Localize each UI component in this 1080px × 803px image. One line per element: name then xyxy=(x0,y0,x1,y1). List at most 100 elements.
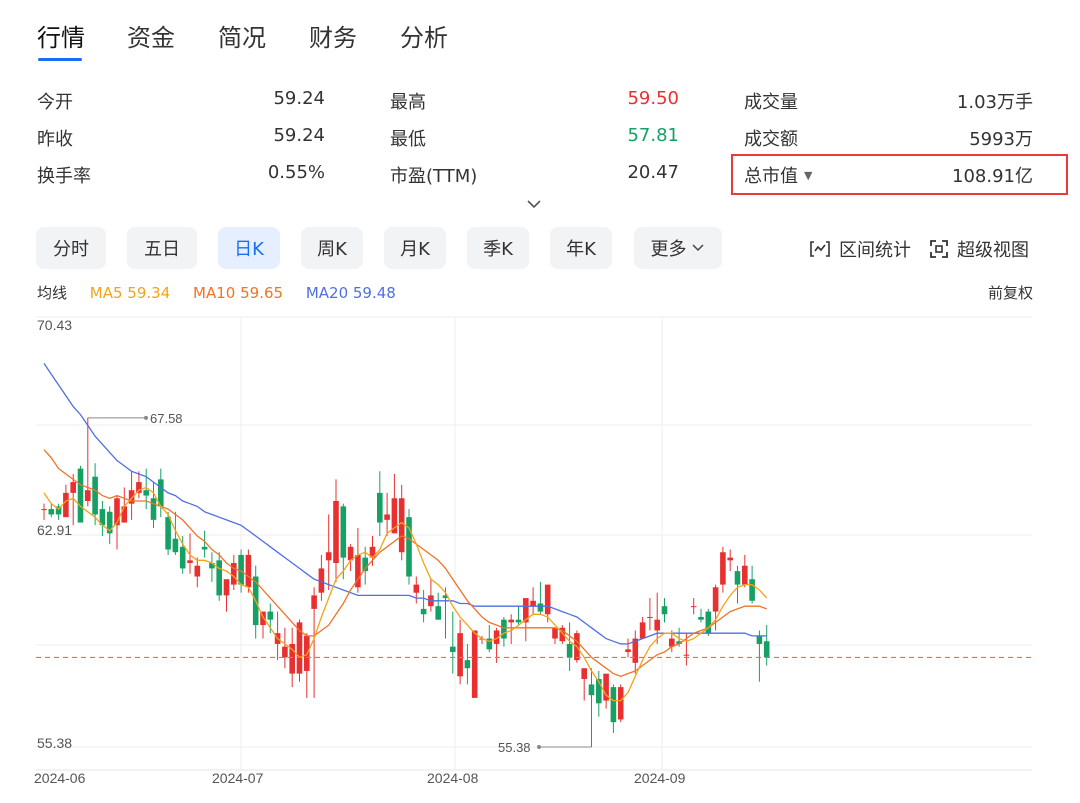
fullscreen-icon xyxy=(930,240,948,258)
candle-body xyxy=(727,557,733,561)
candle-body xyxy=(690,606,697,608)
candle-body xyxy=(537,603,544,612)
turnover-value: 0.55% xyxy=(267,162,325,183)
turnover-label: 换手率 xyxy=(37,166,91,187)
low-value: 57.81 xyxy=(627,125,679,146)
min-annotation-label: 55.38 xyxy=(498,740,531,755)
high-label: 最高 xyxy=(390,92,426,113)
candle-body xyxy=(136,482,142,493)
candle-body xyxy=(647,616,653,618)
candle-body xyxy=(201,546,208,550)
candle-body xyxy=(311,595,317,609)
candle-body xyxy=(552,627,558,639)
period-button-monthly[interactable]: 月K xyxy=(384,227,446,269)
candle-body xyxy=(413,584,420,593)
candle-body xyxy=(187,560,193,564)
candle-body xyxy=(566,643,573,658)
candle-body xyxy=(508,619,514,623)
period-button-intraday[interactable]: 分时 xyxy=(36,227,106,269)
range-stat-button[interactable]: 区间统计 xyxy=(809,236,911,262)
candle-body xyxy=(756,635,763,644)
candle-body xyxy=(661,606,668,615)
pe-value: 20.47 xyxy=(627,162,679,183)
volume-label: 成交量 xyxy=(744,92,798,113)
candle-body xyxy=(625,649,631,653)
candle-body xyxy=(172,538,179,553)
period-button-yearly[interactable]: 年K xyxy=(550,227,612,269)
more-label: 更多 xyxy=(650,239,687,260)
candle-body xyxy=(121,506,128,523)
chevron-down-icon xyxy=(691,244,704,252)
candle-body xyxy=(720,552,726,585)
x-tick-label: 2024-07 xyxy=(212,770,264,786)
candle-body xyxy=(464,660,471,669)
candle-body xyxy=(63,492,69,518)
period-button-5day[interactable]: 五日 xyxy=(127,227,197,269)
candle-body xyxy=(654,619,660,631)
candle-body xyxy=(194,565,201,577)
tab-profile[interactable]: 简况 xyxy=(218,18,266,53)
candle-body xyxy=(85,490,91,501)
ma10-line xyxy=(43,449,767,677)
candle-body xyxy=(179,546,186,569)
candle-body xyxy=(450,646,456,653)
tab-funds[interactable]: 资金 xyxy=(127,18,175,53)
min-annotation-dot xyxy=(537,745,541,749)
tab-finance[interactable]: 财务 xyxy=(309,18,357,53)
super-view-label: 超级视图 xyxy=(957,240,1029,261)
candle-body xyxy=(471,630,478,698)
candle-body xyxy=(763,641,770,658)
tab-quotes[interactable]: 行情 xyxy=(37,18,85,53)
candle-body xyxy=(92,476,98,515)
max-annotation-dot xyxy=(144,415,148,420)
candle-body xyxy=(282,646,288,658)
open-value: 59.24 xyxy=(273,88,325,109)
candle-body xyxy=(143,490,149,496)
candle-body xyxy=(639,622,646,639)
max-annotation-label: 67.58 xyxy=(150,411,183,426)
candle-body xyxy=(683,654,690,656)
open-label: 今开 xyxy=(37,92,73,113)
volume-value: 1.03万手 xyxy=(956,92,1033,113)
y-tick-label: 55.38 xyxy=(37,735,72,751)
super-view-button[interactable]: 超级视图 xyxy=(929,236,1029,262)
candle-body xyxy=(530,600,536,607)
amount-label: 成交额 xyxy=(744,129,798,150)
candle-body xyxy=(340,506,347,558)
candle-body xyxy=(223,579,230,596)
candle-body xyxy=(515,619,522,623)
period-button-daily[interactable]: 日K xyxy=(218,227,280,269)
candle-body xyxy=(617,687,624,720)
tab-analysis[interactable]: 分析 xyxy=(400,18,448,53)
candle-body xyxy=(588,684,595,696)
candle-body xyxy=(698,616,704,620)
candle-body xyxy=(245,554,252,588)
y-tick-label: 70.43 xyxy=(37,317,72,333)
range-stat-icon xyxy=(810,241,830,257)
highlight-box xyxy=(731,154,1068,195)
candle-body xyxy=(544,584,551,615)
candle-body xyxy=(581,668,587,680)
period-button-weekly[interactable]: 周K xyxy=(301,227,363,269)
candle-body xyxy=(734,571,741,585)
candle-body xyxy=(70,482,76,493)
x-tick-label: 2024-09 xyxy=(634,770,686,786)
chevron-down-icon[interactable] xyxy=(524,196,544,212)
candle-body xyxy=(457,633,463,677)
candle-body xyxy=(267,611,274,620)
candle-body xyxy=(333,500,339,564)
candle-body xyxy=(325,552,332,561)
candle-body xyxy=(742,565,748,585)
candle-body xyxy=(384,514,390,520)
candle-body xyxy=(435,606,441,620)
candle-body xyxy=(41,509,47,511)
candle-body xyxy=(398,498,405,553)
candle-body xyxy=(377,492,383,523)
candle-body xyxy=(150,498,157,520)
period-button-more[interactable]: 更多 xyxy=(634,227,722,269)
period-button-quarterly[interactable]: 季K xyxy=(467,227,529,269)
active-tab-indicator xyxy=(38,58,82,61)
kline-chart[interactable]: 70.43 62.91 55.38 2024-06 2024-07 2024-08 2024… xyxy=(0,300,1080,803)
candle-body xyxy=(749,579,755,601)
candle-body xyxy=(420,608,427,615)
